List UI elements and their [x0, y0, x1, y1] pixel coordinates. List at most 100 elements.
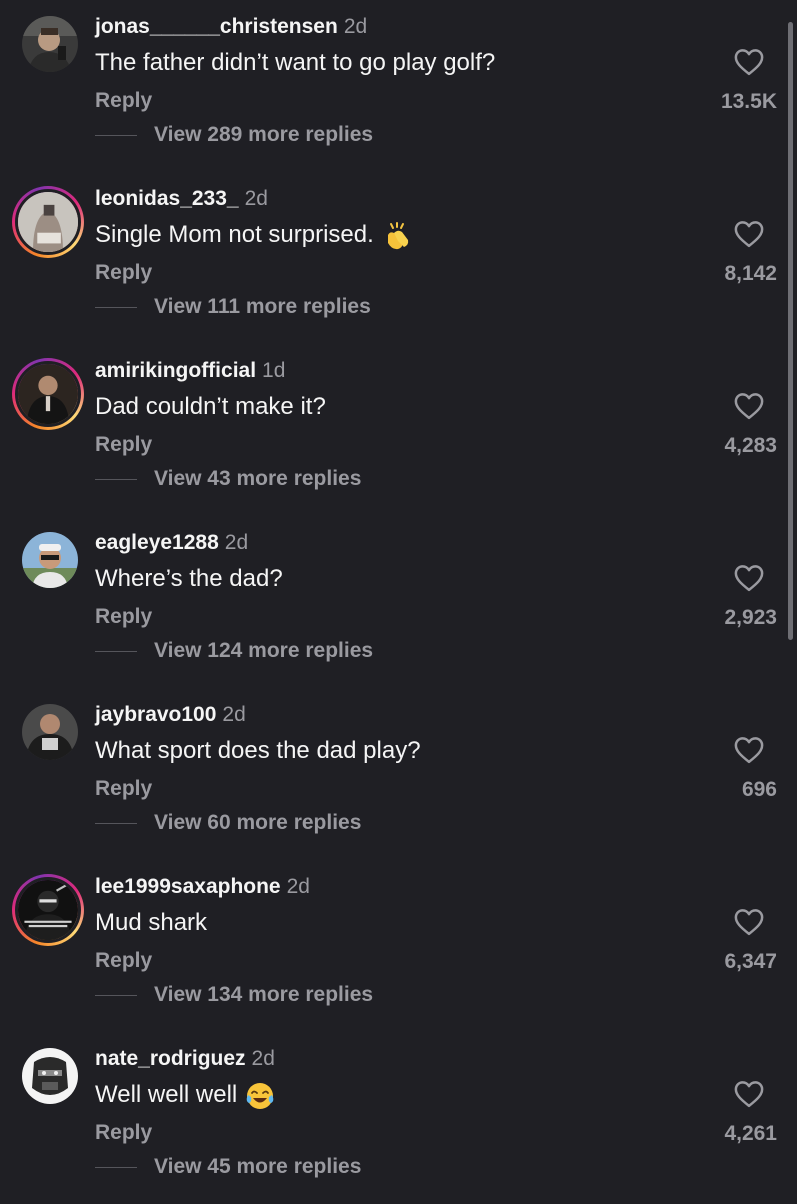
view-replies-label: View 134 more replies [154, 983, 374, 1006]
like-count: 13.5K [720, 90, 777, 113]
avatar-photo-icon [18, 880, 78, 940]
divider [95, 134, 137, 136]
comment-header: amirikingofficial 1d [95, 358, 285, 384]
like-count: 8,142 [724, 262, 777, 285]
username[interactable]: nate_rodriguez [95, 1047, 246, 1070]
avatar[interactable] [22, 704, 78, 760]
avatar-photo-icon [22, 532, 78, 588]
view-replies-button[interactable]: View 134 more replies [95, 982, 373, 1008]
comment-header: jonas______christensen 2d [95, 14, 367, 40]
username[interactable]: eagleye1288 [95, 531, 219, 554]
reply-button[interactable]: Reply [95, 948, 152, 974]
heart-icon[interactable] [734, 564, 764, 592]
like-count: 6,347 [724, 950, 777, 973]
comment-body: Where’s the dad? [95, 565, 283, 592]
avatar-frame [15, 189, 81, 255]
comment-body: What sport does the dad play? [95, 737, 421, 764]
comment-item: leonidas_233_ 2d Single Mom not surprised… [0, 172, 797, 344]
view-replies-label: View 43 more replies [154, 467, 362, 490]
like-count: 4,261 [724, 1122, 777, 1145]
like-count: 4,283 [724, 434, 777, 457]
like-count: 696 [741, 778, 777, 801]
reply-button[interactable]: Reply [95, 604, 152, 630]
comment-item: lee1999saxaphone 2d Mud shark Reply View … [0, 860, 797, 1032]
comment-header: lee1999saxaphone 2d [95, 874, 310, 900]
avatar[interactable] [22, 16, 78, 72]
view-replies-button[interactable]: View 289 more replies [95, 122, 373, 148]
scrollbar[interactable] [788, 22, 793, 640]
avatar[interactable] [22, 1048, 78, 1104]
avatar-photo-icon [22, 1048, 78, 1104]
view-replies-label: View 60 more replies [154, 811, 362, 834]
avatar[interactable] [12, 874, 84, 946]
view-replies-label: View 124 more replies [154, 639, 374, 662]
comment-item: nate_rodriguez 2d Well well well Reply Vi… [0, 1032, 797, 1204]
view-replies-button[interactable]: View 43 more replies [95, 466, 361, 492]
avatar-frame [15, 361, 81, 427]
comment-list: jonas______christensen 2d The father didn… [0, 0, 797, 1200]
view-replies-button[interactable]: View 60 more replies [95, 810, 361, 836]
heart-icon[interactable] [734, 220, 764, 248]
comment-header: eagleye1288 2d [95, 530, 248, 556]
view-replies-label: View 289 more replies [154, 123, 374, 146]
heart-icon[interactable] [734, 1080, 764, 1108]
comment-header: jaybravo100 2d [95, 702, 246, 728]
timestamp: 2d [222, 703, 246, 726]
comment-text: The father didn’t want to go play golf? [95, 48, 495, 78]
comment-text: Mud shark [95, 908, 207, 938]
divider [95, 650, 137, 652]
comment-item: jonas______christensen 2d The father didn… [0, 0, 797, 172]
timestamp: 2d [343, 15, 368, 38]
divider [95, 306, 137, 308]
username[interactable]: amirikingofficial [95, 359, 256, 382]
timestamp: 2d [251, 1047, 275, 1070]
comment-text: Well well well [95, 1080, 275, 1111]
reply-button[interactable]: Reply [95, 432, 152, 458]
view-replies-label: View 111 more replies [154, 295, 371, 318]
avatar-photo-icon [18, 364, 78, 424]
comment-text: Single Mom not surprised. [95, 220, 412, 251]
timestamp: 2d [286, 875, 310, 898]
reply-button[interactable]: Reply [95, 260, 152, 286]
divider [95, 994, 137, 996]
username[interactable]: leonidas_233_ [95, 187, 239, 210]
comment-text: Where’s the dad? [95, 564, 283, 594]
avatar-photo-icon [22, 16, 78, 72]
reply-button[interactable]: Reply [95, 776, 152, 802]
reply-button[interactable]: Reply [95, 1120, 152, 1146]
heart-icon[interactable] [734, 736, 764, 764]
clapping-hands-icon [387, 221, 408, 249]
comment-text: Dad couldn’t make it? [95, 392, 326, 422]
avatar[interactable] [12, 186, 84, 258]
comment-body: Dad couldn’t make it? [95, 393, 326, 420]
comment-body: Well well well [95, 1081, 238, 1108]
timestamp: 2d [224, 531, 249, 554]
username[interactable]: jonas______christensen [95, 15, 338, 38]
username[interactable]: jaybravo100 [95, 703, 216, 726]
heart-icon[interactable] [734, 392, 764, 420]
reply-button[interactable]: Reply [95, 88, 152, 114]
comment-header: leonidas_233_ 2d [95, 186, 268, 212]
heart-icon[interactable] [734, 48, 764, 76]
comment-header: nate_rodriguez 2d [95, 1046, 275, 1072]
comment-body: Mud shark [95, 909, 208, 936]
comment-item: amirikingofficial 1d Dad couldn’t make it… [0, 344, 797, 516]
divider [95, 478, 137, 480]
view-replies-button[interactable]: View 124 more replies [95, 638, 373, 664]
view-replies-button[interactable]: View 45 more replies [95, 1154, 361, 1180]
timestamp: 2d [244, 187, 268, 210]
username[interactable]: lee1999saxaphone [95, 875, 281, 898]
view-replies-label: View 45 more replies [154, 1155, 362, 1178]
avatar-frame [15, 877, 81, 943]
avatar[interactable] [12, 358, 84, 430]
avatar-photo-icon [22, 704, 78, 760]
tears-of-joy-icon [246, 1082, 274, 1109]
comment-body: Single Mom not surprised. [95, 221, 374, 248]
heart-icon[interactable] [734, 908, 764, 936]
view-replies-button[interactable]: View 111 more replies [95, 294, 371, 320]
comment-item: jaybravo100 2d What sport does the dad pl… [0, 688, 797, 860]
avatar-photo-icon [18, 192, 78, 252]
timestamp: 1d [262, 359, 286, 382]
avatar[interactable] [22, 532, 78, 588]
like-count: 2,923 [724, 606, 777, 629]
